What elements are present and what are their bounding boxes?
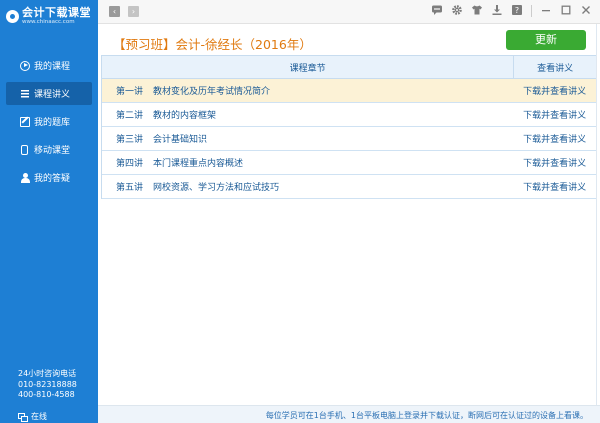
- table-row[interactable]: 第三讲 会计基础知识 下载并查看讲义: [102, 127, 596, 151]
- lesson-name: 教材变化及历年考试情况简介: [153, 87, 271, 97]
- connection-status: 在线: [18, 411, 47, 422]
- course-title: 【预习班】会计-徐经长（2016年）: [113, 37, 312, 52]
- sidebar-item-question-bank[interactable]: 我的题库: [6, 110, 92, 133]
- title-bar: ‹ › ?: [98, 0, 600, 24]
- contact-label: 24小时咨询电话: [18, 369, 77, 378]
- download-handout-link[interactable]: 下载并查看讲义: [513, 175, 596, 198]
- status-bar: 每位学员可在1台手机、1台平板电脑上登录并下载认证，断网后可在认证过的设备上看课…: [98, 405, 600, 423]
- download-handout-link[interactable]: 下载并查看讲义: [513, 79, 596, 102]
- lesson-number: 第四讲: [116, 159, 144, 169]
- user-icon: [20, 172, 30, 183]
- lesson-number: 第五讲: [116, 183, 144, 193]
- sidebar-item-course-handouts[interactable]: 课程讲义: [6, 82, 92, 105]
- help-icon[interactable]: ?: [511, 4, 523, 18]
- chapter-cell: 第五讲 网校资源、学习方法和应试技巧: [102, 175, 513, 198]
- status-label: 在线: [31, 412, 47, 421]
- refresh-button[interactable]: 更新: [506, 30, 586, 50]
- table-row[interactable]: 第五讲 网校资源、学习方法和应试技巧 下载并查看讲义: [102, 175, 596, 199]
- device-policy-note: 每位学员可在1台手机、1台平板电脑上登录并下载认证，断网后可在认证过的设备上看课…: [265, 411, 588, 420]
- download-handout-link[interactable]: 下载并查看讲义: [513, 127, 596, 150]
- download-handout-link[interactable]: 下载并查看讲义: [513, 151, 596, 174]
- back-button[interactable]: ‹: [109, 6, 120, 17]
- message-icon[interactable]: [431, 4, 443, 18]
- lesson-number: 第三讲: [116, 135, 144, 145]
- sidebar-item-label: 课程讲义: [34, 90, 71, 100]
- logo-title: 会计下载课堂: [22, 5, 91, 19]
- contact-phone-1: 010-82318888: [18, 379, 77, 389]
- column-header-action: 查看讲义: [513, 56, 596, 78]
- forward-button[interactable]: ›: [128, 6, 139, 17]
- download-icon[interactable]: [491, 4, 503, 18]
- lesson-name: 网校资源、学习方法和应试技巧: [153, 183, 280, 193]
- content-right-border: [596, 24, 597, 405]
- play-circle-icon: [20, 60, 30, 71]
- toolbar-divider: [531, 5, 532, 17]
- sidebar-item-my-qa[interactable]: 我的答疑: [6, 166, 92, 189]
- svg-text:?: ?: [515, 6, 519, 15]
- chapter-cell: 第三讲 会计基础知识: [102, 127, 513, 150]
- table-row[interactable]: 第二讲 教材的内容框架 下载并查看讲义: [102, 103, 596, 127]
- gear-icon[interactable]: [451, 4, 463, 18]
- contact-phone-2: 400-810-4588: [18, 390, 75, 399]
- sidebar-item-label: 我的题库: [34, 118, 71, 128]
- chapter-cell: 第四讲 本门课程重点内容概述: [102, 151, 513, 174]
- table-row[interactable]: 第四讲 本门课程重点内容概述 下载并查看讲义: [102, 151, 596, 175]
- table-header: 课程章节 查看讲义: [102, 56, 596, 79]
- sidebar-item-my-courses[interactable]: 我的课程: [6, 54, 92, 77]
- close-icon[interactable]: [580, 4, 592, 18]
- table-row[interactable]: 第一讲 教材变化及历年考试情况简介 下载并查看讲义: [102, 79, 596, 103]
- list-icon: [20, 89, 30, 99]
- lesson-name: 教材的内容框架: [153, 111, 217, 121]
- sidebar-item-mobile-class[interactable]: 移动课堂: [6, 138, 92, 161]
- lesson-number: 第一讲: [116, 87, 144, 97]
- window-controls: ?: [431, 4, 592, 18]
- app-logo: 会计下载课堂 www.chinaacc.com: [6, 4, 91, 28]
- lesson-number: 第二讲: [116, 111, 144, 121]
- sidebar-item-label: 我的课程: [34, 62, 71, 72]
- logo-subtitle: www.chinaacc.com: [22, 18, 75, 25]
- download-handout-link[interactable]: 下载并查看讲义: [513, 103, 596, 126]
- handouts-table: 课程章节 查看讲义 第一讲 教材变化及历年考试情况简介 下载并查看讲义 第二讲 …: [101, 55, 597, 199]
- lesson-name: 本门课程重点内容概述: [153, 159, 244, 169]
- sidebar-item-label: 移动课堂: [34, 146, 71, 156]
- maximize-icon[interactable]: [560, 4, 572, 18]
- column-header-chapter: 课程章节: [289, 63, 326, 74]
- chapter-cell: 第一讲 教材变化及历年考试情况简介: [102, 79, 513, 102]
- phone-icon: [21, 144, 28, 155]
- minimize-icon[interactable]: [540, 4, 552, 18]
- chapter-cell: 第二讲 教材的内容框架: [102, 103, 513, 126]
- logo-icon: [6, 9, 19, 23]
- lesson-name: 会计基础知识: [153, 135, 208, 145]
- sidebar: 会计下载课堂 www.chinaacc.com 我的课程 课程讲义 我的题库 移…: [0, 0, 98, 423]
- contact-info: 24小时咨询电话 010-82318888 400-810-4588: [18, 369, 77, 401]
- network-icon: [18, 412, 28, 422]
- edit-icon: [20, 116, 30, 127]
- sidebar-item-label: 我的答疑: [34, 174, 71, 184]
- sidebar-menu: 我的课程 课程讲义 我的题库 移动课堂 我的答疑: [0, 54, 98, 194]
- shirt-icon[interactable]: [471, 4, 483, 18]
